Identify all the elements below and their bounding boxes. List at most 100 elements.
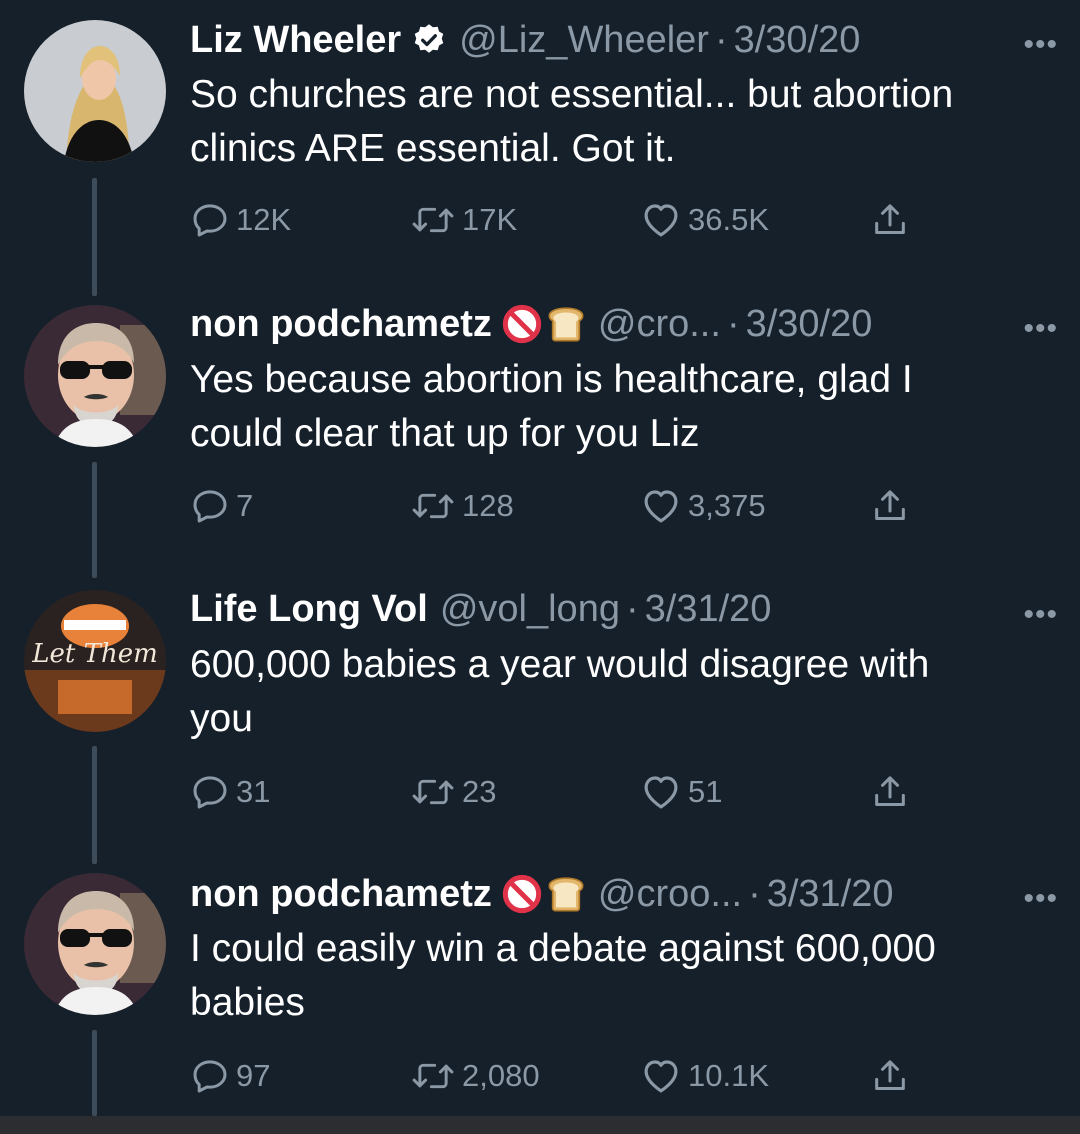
tweet-text: Yes because abortion is healthcare, glad… — [190, 353, 1050, 461]
separator-dot: · — [748, 873, 761, 915]
handle[interactable]: @croo... — [598, 872, 742, 916]
share-icon — [870, 1056, 910, 1096]
retweet-count: 17K — [462, 202, 518, 237]
bread-icon — [546, 304, 586, 344]
share-button[interactable] — [870, 770, 910, 814]
share-button[interactable] — [870, 484, 910, 528]
like-count: 10.1K — [688, 1058, 770, 1093]
separator-dot: · — [625, 588, 639, 630]
share-icon — [870, 772, 910, 812]
separator-dot: · — [714, 19, 728, 61]
like-count: 51 — [688, 774, 723, 809]
tweet-text: I could easily win a debate against 600,… — [190, 922, 1050, 1030]
action-bar: 12K 17K 36.5K — [190, 198, 950, 242]
avatar[interactable]: Let Them — [24, 590, 166, 732]
retweet-button[interactable]: 2,080 — [410, 1054, 540, 1098]
more-options-icon[interactable]: ••• — [1023, 600, 1058, 630]
reply-button[interactable]: 31 — [190, 770, 270, 814]
avatar[interactable] — [24, 305, 166, 447]
tweet-text-line: you — [190, 697, 253, 740]
action-bar: 31 23 51 — [190, 770, 950, 814]
like-button[interactable]: 36.5K — [640, 198, 769, 242]
display-name[interactable]: Life Long Vol — [190, 587, 428, 631]
reply-icon — [190, 486, 230, 526]
display-name[interactable]: non podchametz — [190, 302, 492, 346]
more-options-icon[interactable]: ••• — [1023, 314, 1058, 344]
verified-icon — [411, 22, 447, 58]
bread-icon — [546, 874, 586, 914]
retweet-button[interactable]: 23 — [410, 770, 496, 814]
tweet-text-line: I could easily win a debate against 600,… — [190, 927, 936, 970]
heart-icon — [640, 771, 682, 813]
retweet-count: 23 — [462, 774, 497, 809]
separator-dot: · — [726, 303, 740, 345]
reply-count: 7 — [236, 488, 254, 523]
retweet-count: 2,080 — [462, 1058, 540, 1093]
avatar-image-icon — [24, 20, 166, 162]
avatar-image-icon — [24, 873, 166, 1015]
timestamp[interactable]: 3/31/20 — [645, 587, 772, 631]
tweet-text-line: could clear that up for you Liz — [190, 412, 700, 455]
reply-button[interactable]: 7 — [190, 484, 253, 528]
thread-line — [92, 178, 97, 296]
tweet-header: non podchametz @croo... · 3/31/20 — [190, 872, 894, 916]
reply-button[interactable]: 12K — [190, 198, 291, 242]
share-icon — [870, 200, 910, 240]
reply-icon — [190, 1056, 230, 1096]
action-bar: 97 2,080 10.1K — [190, 1054, 950, 1098]
timestamp[interactable]: 3/30/20 — [734, 18, 861, 62]
handle[interactable]: @vol_long — [440, 587, 620, 631]
tweet-header: non podchametz @cro... · 3/30/20 — [190, 302, 872, 346]
retweet-icon — [410, 1056, 456, 1096]
reply-icon — [190, 772, 230, 812]
reply-button[interactable]: 97 — [190, 1054, 270, 1098]
like-button[interactable]: 51 — [640, 770, 722, 814]
no-entry-icon — [502, 304, 542, 344]
handle[interactable]: @cro... — [598, 302, 721, 346]
action-bar: 7 128 3,375 — [190, 484, 950, 528]
avatar-text: Let Them — [31, 639, 158, 669]
tweet-header: Liz Wheeler @Liz_Wheeler · 3/30/20 — [190, 18, 860, 62]
thread-line — [92, 746, 97, 864]
avatar-image-icon — [24, 305, 166, 447]
retweet-button[interactable]: 128 — [410, 484, 514, 528]
reply-icon — [190, 200, 230, 240]
like-button[interactable]: 10.1K — [640, 1054, 769, 1098]
timestamp[interactable]: 3/30/20 — [746, 302, 873, 346]
heart-icon — [640, 1055, 682, 1097]
handle[interactable]: @Liz_Wheeler — [459, 18, 709, 62]
tweet-text: 600,000 babies a year would disagree wit… — [190, 638, 1050, 746]
bottom-edge — [0, 1116, 1080, 1134]
heart-icon — [640, 199, 682, 241]
reply-count: 31 — [236, 774, 271, 809]
more-options-icon[interactable]: ••• — [1023, 30, 1058, 60]
tweet-text-line: 600,000 babies a year would disagree wit… — [190, 643, 930, 686]
retweet-icon — [410, 486, 456, 526]
retweet-count: 128 — [462, 488, 514, 523]
like-count: 3,375 — [688, 488, 766, 523]
avatar[interactable] — [24, 20, 166, 162]
avatar-image-icon: Let Them — [24, 590, 166, 732]
share-button[interactable] — [870, 1054, 910, 1098]
display-name[interactable]: Liz Wheeler — [190, 18, 401, 62]
tweet-text: So churches are not essential... but abo… — [190, 68, 1050, 176]
retweet-button[interactable]: 17K — [410, 198, 517, 242]
tweet-text-line: babies — [190, 981, 305, 1024]
share-icon — [870, 486, 910, 526]
avatar[interactable] — [24, 873, 166, 1015]
display-name[interactable]: non podchametz — [190, 872, 492, 916]
like-button[interactable]: 3,375 — [640, 484, 766, 528]
tweet-text-line: clinics ARE essential. Got it. — [190, 127, 676, 170]
thread-line — [92, 1030, 97, 1116]
heart-icon — [640, 485, 682, 527]
tweet-header: Life Long Vol @vol_long · 3/31/20 — [190, 587, 771, 631]
retweet-icon — [410, 200, 456, 240]
timestamp[interactable]: 3/31/20 — [767, 872, 894, 916]
tweet-text-line: Yes because abortion is healthcare, glad… — [190, 358, 913, 401]
reply-count: 12K — [236, 202, 292, 237]
more-options-icon[interactable]: ••• — [1023, 884, 1058, 914]
retweet-icon — [410, 772, 456, 812]
thread-line — [92, 462, 97, 578]
share-button[interactable] — [870, 198, 910, 242]
tweet-text-line: So churches are not essential... but abo… — [190, 73, 954, 116]
